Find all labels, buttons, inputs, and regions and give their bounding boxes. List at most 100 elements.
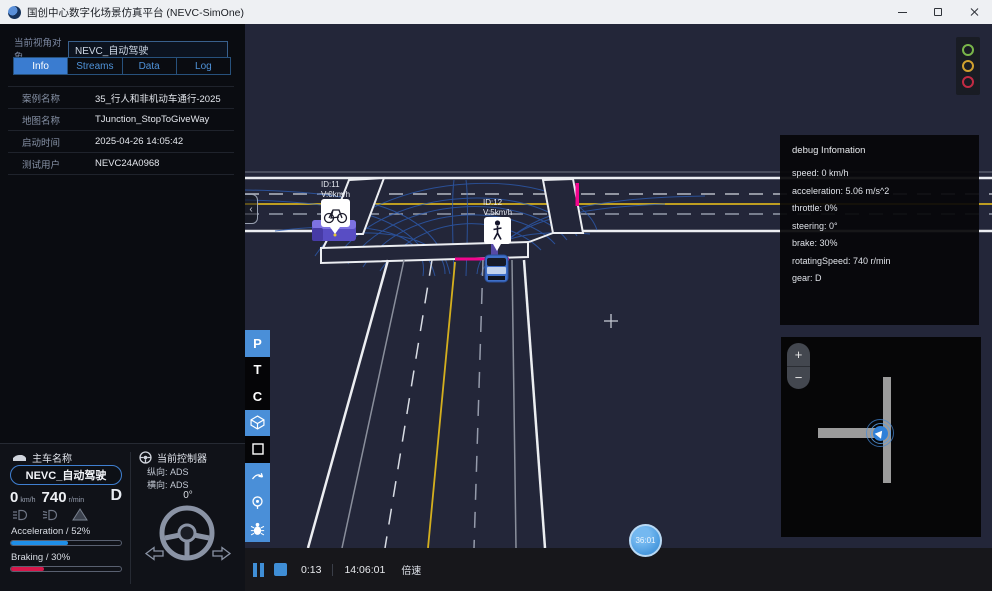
steering-wheel-icon	[156, 502, 218, 564]
timer-badge[interactable]: 36:01	[629, 524, 662, 557]
actor-id-label: ID:11	[321, 180, 340, 189]
info-value: 35_行人和非机动车通行-2025	[95, 91, 221, 105]
zoom-out-button[interactable]: −	[787, 367, 810, 390]
tool-path-button[interactable]	[245, 463, 270, 490]
playback-bar: 0:13 14:06:01 倍速	[245, 548, 992, 591]
minimap-heading-arrow-icon	[875, 428, 886, 438]
title-bar: 国创中心数字化场景仿真平台 (NEVC-SimOne)	[0, 0, 992, 24]
acceleration-bar	[10, 540, 122, 546]
tab-log[interactable]: Log	[176, 58, 230, 74]
tab-streams[interactable]: Streams	[67, 58, 121, 74]
left-sidebar: 当前视角对象 Info Streams Data Log 案例名称 35_行人和…	[0, 24, 245, 443]
info-label: 启动时间	[22, 135, 95, 149]
debug-title: debug Infomation	[792, 145, 967, 156]
tool-locate-button[interactable]	[245, 489, 270, 516]
lowbeam-icon	[12, 509, 29, 521]
braking-bar-fill	[11, 567, 44, 571]
braking-bar	[10, 566, 122, 572]
info-value: TJunction_StopToGiveWay	[95, 114, 209, 125]
tool-c-button[interactable]: C	[245, 383, 270, 410]
playback-speed-button[interactable]: 倍速	[401, 562, 421, 577]
traffic-light-yellow-icon	[962, 60, 974, 72]
gear-indicator: D	[110, 487, 122, 505]
debug-rotating-speed: rotatingSpeed: 740 r/min	[792, 253, 967, 271]
actor-speed-label: V:5km/h	[483, 208, 512, 217]
info-value: 2025-04-26 14:05:42	[95, 136, 183, 147]
info-row-case: 案例名称 35_行人和非机动车通行-2025	[8, 87, 234, 109]
tool-debug-button[interactable]	[245, 516, 270, 543]
tab-info[interactable]: Info	[14, 58, 67, 74]
info-label: 测试用户	[22, 157, 95, 171]
actor-id-label: ID:12	[483, 198, 503, 207]
restore-icon	[934, 8, 942, 16]
minimap[interactable]: + −	[781, 337, 981, 537]
info-value: NEVC24A0968	[95, 158, 159, 169]
sidebar-tabs: Info Streams Data Log	[13, 57, 231, 75]
traffic-light-panel	[956, 37, 980, 95]
info-list: 案例名称 35_行人和非机动车通行-2025 地图名称 TJunction_St…	[8, 86, 234, 175]
longitudinal-mode: 纵向: ADS	[147, 465, 189, 478]
app-window: 国创中心数字化场景仿真平台 (NEVC-SimOne) 当前视角对象 Info …	[0, 0, 992, 591]
clock-time: 14:06:01	[344, 564, 385, 576]
view-target-input[interactable]	[68, 41, 228, 58]
pause-button[interactable]	[253, 563, 264, 577]
traffic-light-red-icon	[962, 76, 974, 88]
actor-speed-label: V:0km/h	[321, 190, 350, 199]
controller-label: 当前控制器	[157, 450, 207, 465]
cube-icon	[250, 415, 265, 430]
app-logo-icon	[8, 6, 21, 19]
square-icon	[251, 442, 265, 456]
speed-value: 0	[10, 489, 18, 506]
close-icon	[969, 7, 979, 17]
steer-right-arrow-icon	[212, 546, 231, 561]
acceleration-label: Acceleration / 52%	[11, 526, 90, 537]
pedestrian-marker[interactable]: ID:12 V:5km/h	[483, 198, 512, 251]
bug-icon	[250, 521, 265, 536]
debug-brake: brake: 30%	[792, 235, 967, 253]
speed-readout: 0 km/h 740 r/min D	[10, 489, 122, 506]
elapsed-time: 0:13	[301, 564, 321, 576]
crosshair-cursor	[604, 314, 618, 328]
vertical-road	[308, 260, 545, 548]
braking-label: Braking / 30%	[11, 552, 70, 563]
debug-panel: debug Infomation speed: 0 km/h accelerat…	[780, 135, 979, 325]
tab-data[interactable]: Data	[122, 58, 176, 74]
info-row-user: 测试用户 NEVC24A0968	[8, 153, 234, 175]
close-button[interactable]	[956, 0, 992, 24]
info-row-map: 地图名称 TJunction_StopToGiveWay	[8, 109, 234, 131]
steer-left-arrow-icon	[145, 546, 164, 561]
ego-vehicle[interactable]	[485, 255, 508, 282]
tool-3d-cube-button[interactable]	[245, 410, 270, 437]
minimap-ego-marker	[866, 419, 894, 447]
controller-icon	[139, 451, 152, 464]
window-title: 国创中心数字化场景仿真平台 (NEVC-SimOne)	[27, 5, 244, 20]
stop-button[interactable]	[274, 563, 287, 576]
steering-angle-value: 0°	[131, 490, 245, 501]
warning-triangle-icon	[72, 508, 88, 521]
minimize-button[interactable]	[884, 0, 920, 24]
divider	[332, 564, 333, 576]
acceleration-bar-fill	[11, 541, 68, 545]
tool-t-button[interactable]: T	[245, 357, 270, 384]
pause-icon	[253, 563, 257, 577]
simulation-viewport[interactable]: ID:11 V:0km/h ID:12 V:5km/h	[245, 24, 992, 548]
tool-p-button[interactable]: P	[245, 330, 270, 357]
restore-button[interactable]	[920, 0, 956, 24]
info-label: 地图名称	[22, 113, 95, 127]
info-row-start-time: 启动时间 2025-04-26 14:05:42	[8, 131, 234, 153]
debug-acceleration: acceleration: 5.06 m/s^2	[792, 183, 967, 201]
highbeam-icon	[42, 509, 59, 521]
location-pin-icon	[250, 495, 265, 510]
debug-throttle: throttle: 0%	[792, 200, 967, 218]
minimap-zoom-control: + −	[787, 343, 810, 389]
tool-select-region-button[interactable]	[245, 436, 270, 463]
debug-steering: steering: 0°	[792, 218, 967, 236]
vehicle-name-button[interactable]: NEVC_自动驾驶	[10, 465, 122, 485]
info-label: 案例名称	[22, 91, 95, 105]
zoom-in-button[interactable]: +	[787, 343, 810, 367]
car-icon	[12, 453, 27, 462]
sidebar-collapse-button[interactable]: ‹	[245, 194, 258, 224]
debug-speed: speed: 0 km/h	[792, 165, 967, 183]
minimize-icon	[898, 12, 907, 13]
rpm-unit: r/min	[69, 497, 85, 504]
